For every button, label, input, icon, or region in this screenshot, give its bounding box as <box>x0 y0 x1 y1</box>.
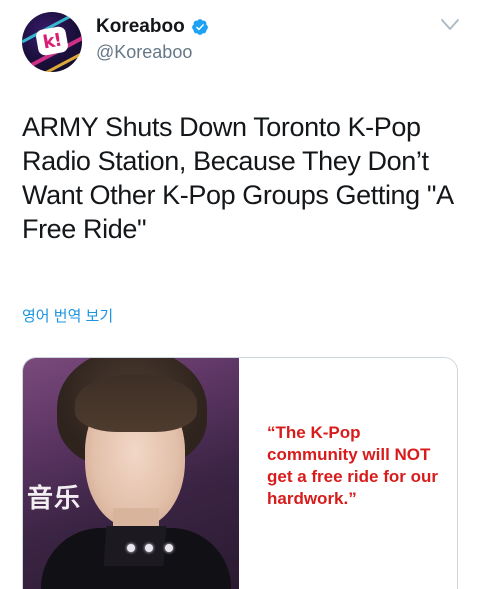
media-card[interactable]: 音乐 “The K-Pop community will NOT get a f… <box>22 357 458 589</box>
tweet-text: ARMY Shuts Down Toronto K-Pop Radio Stat… <box>22 112 453 244</box>
photo-background-sign: 音乐 <box>27 484 82 514</box>
card-photo[interactable]: 音乐 <box>23 358 239 589</box>
avatar[interactable]: k! <box>22 12 82 72</box>
name-row: Koreaboo <box>96 16 209 38</box>
verified-badge-icon <box>191 19 208 35</box>
photo-shirt-button <box>165 544 173 552</box>
quote-text: “The K-Pop community will NOT get a free… <box>267 423 438 508</box>
display-name[interactable]: Koreaboo <box>96 16 185 38</box>
chevron-down-icon[interactable] <box>440 18 460 32</box>
tweet-header: k! Koreaboo @Koreaboo <box>22 12 466 72</box>
translate-link[interactable]: 영어 번역 보기 <box>22 305 113 326</box>
photo-bangs <box>75 374 197 432</box>
photo-shirt-button <box>145 544 153 552</box>
photo-collar <box>103 526 167 566</box>
photo-shirt-button <box>127 544 135 552</box>
quote-panel: “The K-Pop community will NOT get a free… <box>239 358 457 589</box>
handle[interactable]: @Koreaboo <box>96 42 192 63</box>
avatar-logo: k! <box>34 25 70 57</box>
